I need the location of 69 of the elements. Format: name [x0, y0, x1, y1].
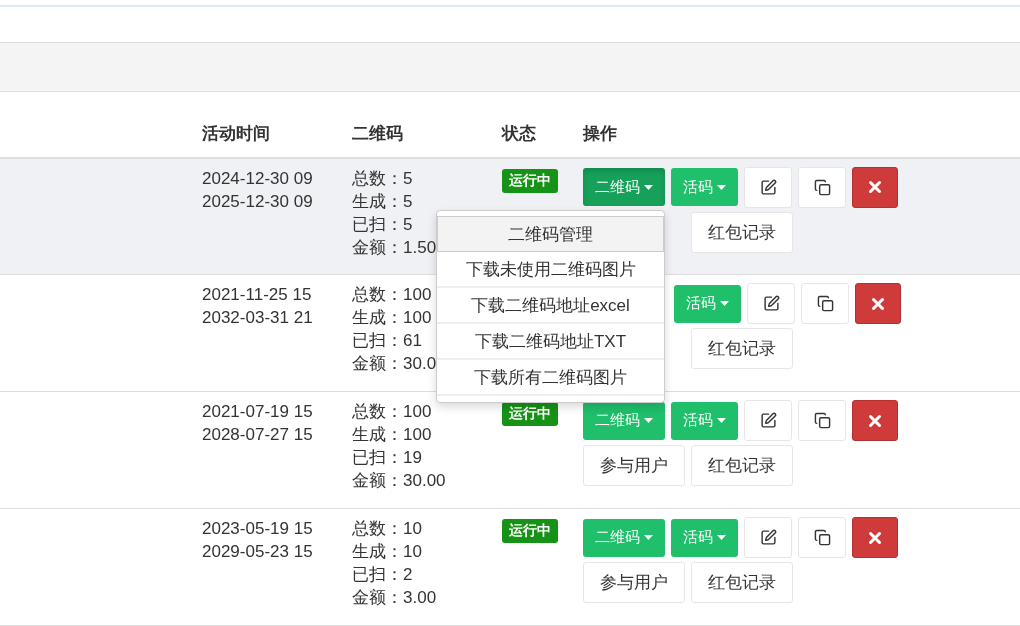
qr-stat: 金额：30.0 [352, 353, 437, 376]
delete-button[interactable] [855, 283, 901, 325]
edit-icon [759, 529, 777, 547]
qr-stat: 已扫：61 [352, 330, 422, 353]
caret-icon [720, 301, 729, 307]
activity-time: 2028-07-27 15 [202, 424, 313, 447]
activity-time: 2025-12-30 09 [202, 190, 313, 213]
qr-stat: 生成：10 [352, 541, 422, 564]
edit-button[interactable] [744, 400, 792, 442]
column-header: 活动时间 [202, 122, 271, 145]
copy-button[interactable] [798, 517, 846, 559]
edit-button[interactable] [744, 517, 792, 559]
activity-time: 2029-05-23 15 [202, 541, 313, 564]
records-button[interactable]: 红包记录 [691, 328, 793, 370]
menu-item[interactable]: 二维码管理 [437, 216, 664, 253]
qr-stat: 已扫：2 [352, 564, 413, 587]
column-header: 状态 [502, 122, 537, 145]
delete-button[interactable] [852, 517, 898, 559]
qr-stat: 生成：100 [352, 424, 432, 447]
edit-button[interactable] [747, 283, 795, 325]
menu-item[interactable]: 下载未使用二维码图片 [437, 252, 664, 289]
copy-icon [816, 295, 834, 313]
qr-stat: 金额：30.00 [352, 470, 446, 493]
column-header: 二维码 [352, 122, 404, 145]
caret-icon [717, 418, 726, 424]
copy-button[interactable] [798, 400, 846, 442]
edit-icon [762, 295, 780, 313]
qr-stat: 总数：10 [352, 518, 422, 541]
column-header: 操作 [583, 122, 618, 145]
qr-stat: 总数：100 [352, 401, 432, 424]
caret-icon [717, 535, 726, 541]
copy-icon [813, 412, 831, 430]
records-button[interactable]: 红包记录 [691, 211, 793, 253]
menu-item[interactable]: 下载二维码地址excel [437, 288, 664, 325]
caret-icon [644, 184, 653, 190]
delete-button[interactable] [852, 166, 898, 208]
copy-icon [813, 529, 831, 547]
status-badge: 运行中 [502, 168, 558, 193]
edit-icon [759, 178, 777, 196]
qr-stat: 生成：5 [352, 190, 413, 213]
records-button[interactable]: 红包记录 [691, 445, 793, 487]
edit-icon [759, 412, 777, 430]
caret-icon [717, 184, 726, 190]
activity-time: 2021-11-25 15 [202, 284, 312, 307]
status-badge: 运行中 [502, 519, 558, 544]
menu-item[interactable]: 下载二维码地址TXT [437, 324, 664, 361]
activity-time: 2021-07-19 15 [202, 401, 313, 424]
qr-stat: 总数：5 [352, 167, 413, 190]
edit-button[interactable] [744, 166, 792, 208]
participants-button[interactable]: 参与用户 [583, 562, 685, 604]
status-badge: 运行中 [502, 402, 558, 427]
qr-stat: 金额：3.00 [352, 587, 437, 610]
caret-icon [644, 535, 653, 541]
participants-button[interactable]: 参与用户 [583, 445, 685, 487]
qr-stat: 金额：1.50 [352, 236, 437, 259]
qr-stat: 生成：100 [352, 307, 432, 330]
copy-icon [813, 178, 831, 196]
copy-button[interactable] [801, 283, 849, 325]
caret-icon [644, 418, 653, 424]
activity-time: 2032-03-31 21 [202, 307, 313, 330]
activity-time: 2024-12-30 09 [202, 167, 313, 190]
qr-stat: 已扫：5 [352, 213, 413, 236]
menu-item[interactable]: 下载所有二维码图片 [437, 360, 664, 397]
copy-button[interactable] [798, 166, 846, 208]
qr-stat: 已扫：19 [352, 447, 422, 470]
activity-time: 2023-05-19 15 [202, 518, 313, 541]
qr-stat: 总数：100 [352, 284, 432, 307]
delete-button[interactable] [852, 400, 898, 442]
records-button[interactable]: 红包记录 [691, 562, 793, 604]
